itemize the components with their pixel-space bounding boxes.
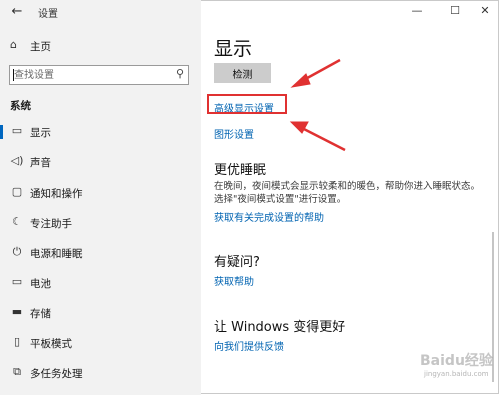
feedback-link[interactable]: 向我们提供反馈	[214, 338, 284, 353]
sidebar-item-label: 显示	[30, 127, 51, 139]
sidebar-item-label: 专注助手	[30, 218, 72, 230]
speaker-icon: ◁)	[10, 154, 24, 167]
sidebar-item-battery[interactable]: ▭ 电池	[0, 272, 201, 294]
improve-heading: 让 Windows 变得更好	[214, 320, 346, 335]
sidebar-item-sound[interactable]: ◁) 声音	[0, 151, 201, 173]
detect-button[interactable]: 检测	[214, 63, 271, 83]
home-icon: ⌂	[10, 38, 17, 51]
power-icon: ⏻	[12, 245, 22, 258]
multitask-icon: ⧉	[13, 365, 21, 378]
graphics-settings-link[interactable]: 图形设置	[214, 126, 254, 141]
battery-icon: ▭	[11, 275, 23, 288]
sidebar: ⌂ 主页 ⚲ 系统 ▭ 显示 ◁) 声音 ▢ 通知和操作 ☾ 专注助手 ⏻ 电源…	[0, 0, 201, 395]
search-input[interactable]	[14, 68, 164, 82]
question-heading: 有疑问?	[214, 255, 260, 270]
sleep-description: 在晚间，夜间模式会显示较柔和的暖色，帮助你进入睡眠状态。选择"夜间模式设置"进行…	[214, 181, 481, 205]
sidebar-item-focus-assist[interactable]: ☾ 专注助手	[0, 212, 201, 234]
notification-icon: ▢	[11, 185, 23, 198]
watermark-url: jingyan.baidu.com	[424, 370, 489, 378]
watermark-brand: Baidu经验	[420, 353, 493, 369]
search-icon[interactable]: ⚲	[176, 67, 184, 80]
page-title: 显示	[214, 38, 253, 60]
sidebar-item-notifications[interactable]: ▢ 通知和操作	[0, 182, 201, 204]
moon-icon: ☾	[12, 215, 22, 228]
sidebar-item-storage[interactable]: ▬ 存储	[0, 302, 201, 324]
main-pane: 显示 检测 高级显示设置 图形设置 更优睡眠 在晚间，夜间模式会显示较柔和的暖色…	[201, 0, 499, 395]
sidebar-item-tablet[interactable]: ▯ 平板模式	[0, 332, 201, 354]
storage-icon: ▬	[11, 305, 23, 318]
monitor-icon: ▭	[11, 124, 23, 137]
sidebar-item-display[interactable]: ▭ 显示	[0, 121, 201, 143]
sidebar-item-label: 通知和操作	[30, 188, 83, 200]
tablet-icon: ▯	[13, 335, 21, 348]
sleep-heading: 更优睡眠	[214, 163, 267, 178]
sidebar-item-label: 电源和睡眠	[30, 248, 83, 260]
back-button[interactable]: ←	[8, 3, 26, 21]
sidebar-item-label: 存储	[30, 308, 51, 320]
home-item[interactable]: ⌂ 主页	[0, 36, 201, 56]
section-title: 系统	[10, 100, 31, 112]
sidebar-item-label: 声音	[30, 157, 51, 169]
active-marker	[0, 125, 3, 139]
sleep-help-link[interactable]: 获取有关完成设置的帮助	[214, 209, 324, 224]
app-title: 设置	[38, 9, 58, 20]
annotation-highlight-box	[207, 94, 287, 114]
sidebar-item-label: 电池	[30, 278, 51, 290]
watermark: Baidu经验 jingyan.baidu.com	[420, 350, 496, 390]
sidebar-item-power[interactable]: ⏻ 电源和睡眠	[0, 242, 201, 264]
sidebar-item-label: 平板模式	[30, 338, 72, 350]
sidebar-item-multitasking[interactable]: ⧉ 多任务处理	[0, 362, 201, 384]
home-label: 主页	[30, 41, 51, 53]
search-box[interactable]: ⚲	[9, 65, 189, 85]
sidebar-item-label: 多任务处理	[30, 368, 83, 380]
get-help-link[interactable]: 获取帮助	[214, 273, 254, 288]
